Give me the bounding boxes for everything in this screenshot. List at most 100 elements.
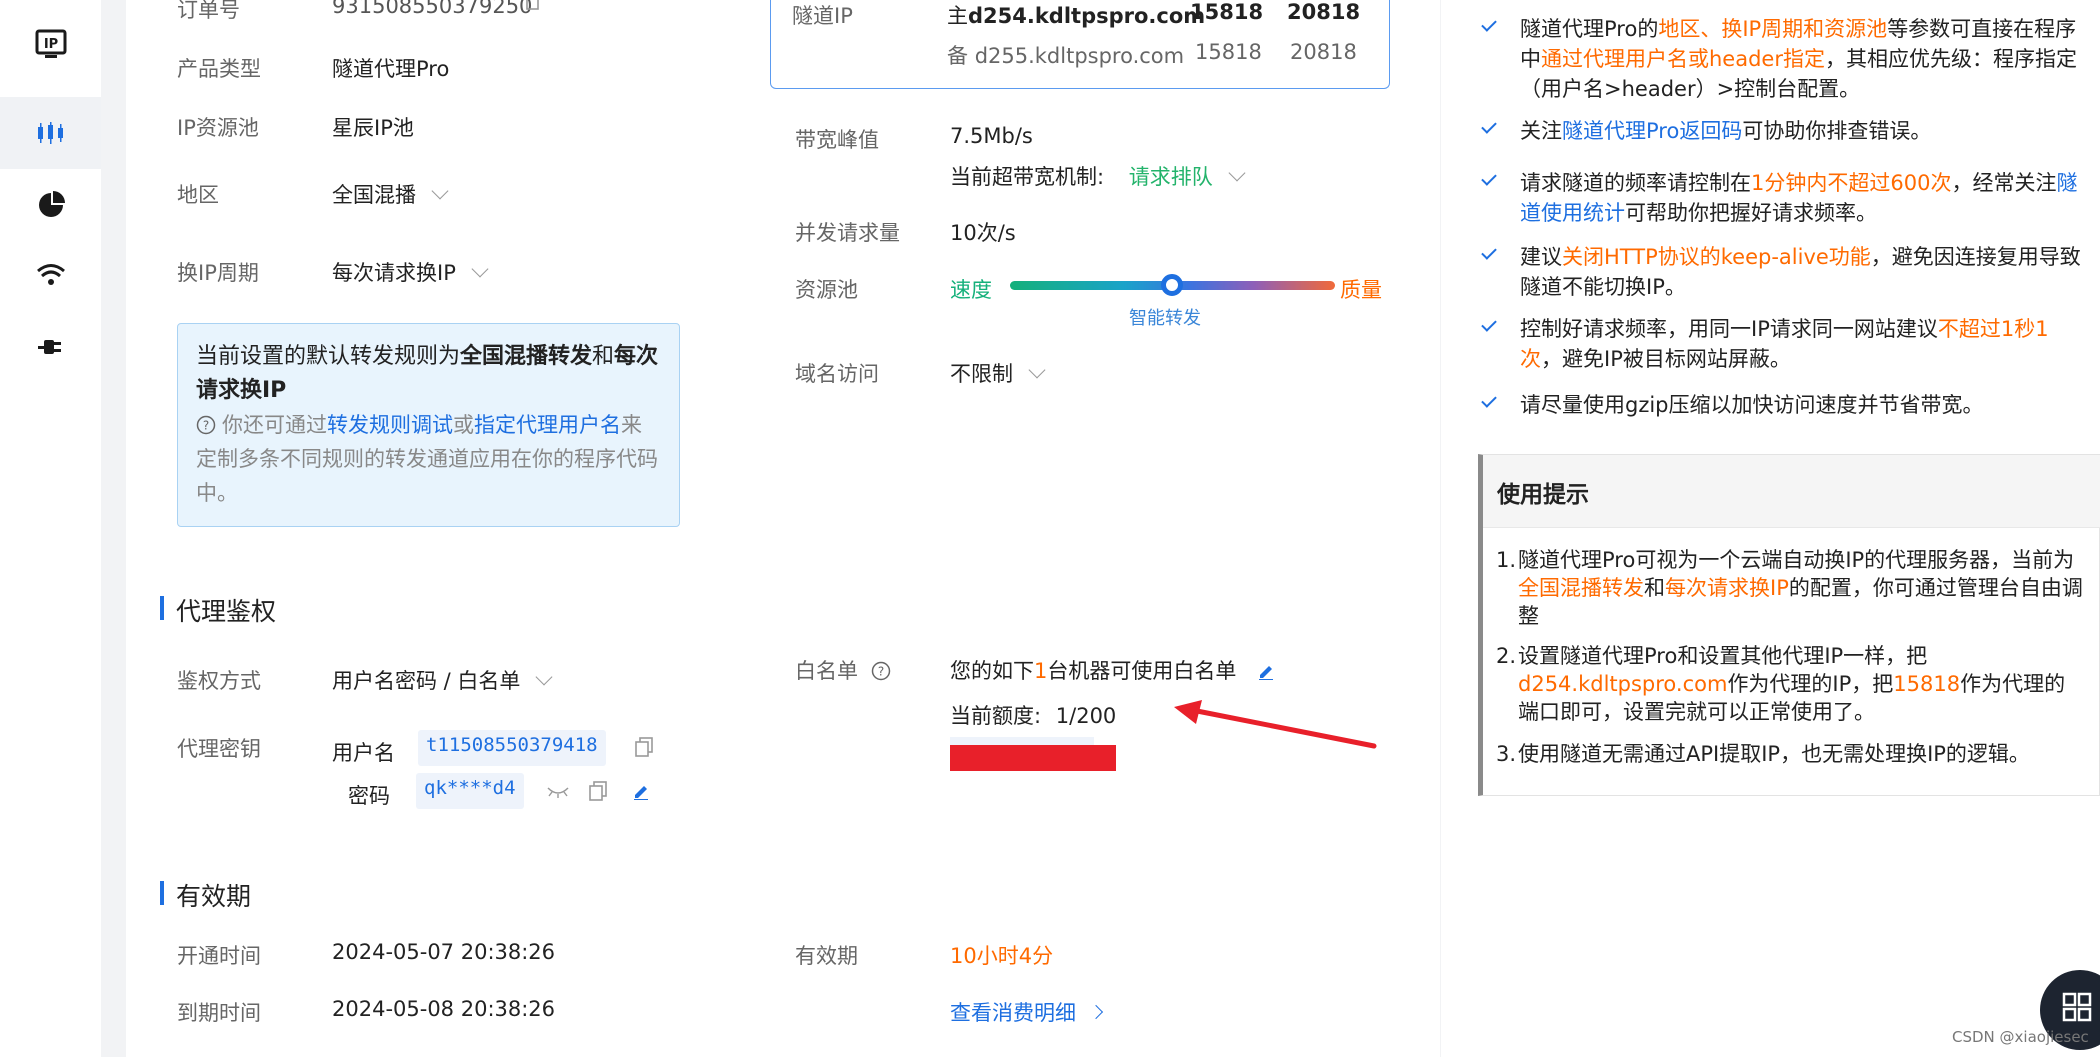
info-text: 当前设置的默认转发规则为 [196,344,461,369]
backup-port-2[interactable]: 20818 [1290,40,1357,64]
wifi-icon [36,264,65,285]
check-icon [1481,316,1497,332]
hint-text: 或 [453,413,474,437]
slider-handle[interactable] [1161,274,1183,296]
order-number-label: 订单号 [177,0,240,22]
start-time-label: 开通时间 [177,944,261,968]
whitelist-label: 白名单 [795,659,858,683]
start-time-value: 2024-05-07 20:38:26 [332,940,556,964]
tip-number: 1. [1496,548,1517,572]
redacted-ip-block [950,745,1116,771]
text-segment: 请求隧道的频率请控制在 [1520,171,1751,195]
copy-icon[interactable] [634,736,654,758]
tunnel-ip-label: 隧道IP [792,4,853,28]
validity-section-title: 有效期 [160,877,251,913]
slider-center-label: 智能转发 [1129,308,1201,329]
eye-closed-icon[interactable] [546,784,570,798]
tip-number: 2. [1496,644,1517,668]
whitelist-ip-bg [950,737,1094,745]
text-segment: 关注 [1520,119,1562,143]
rail-item-stats[interactable] [0,170,101,240]
rail-item-network[interactable] [0,240,101,310]
text-segment: 可协助你排查错误。 [1742,119,1932,143]
main-prefix: 主 [947,4,968,28]
over-bandwidth-value: 请求排队 [1128,165,1213,189]
watermark: CSDN @xiaojiesec [1952,1028,2089,1046]
text-segment: 请尽量使用gzip压缩以加快访问速度并节省带宽。 [1520,393,1984,417]
proxy-username-link[interactable]: 指定代理用户名 [474,413,621,437]
check-list-item: 隧道代理Pro的地区、换IP周期和资源池等参数可直接在程序中通过代理用户名或he… [1478,14,2090,104]
product-type-label: 产品类型 [177,57,261,81]
forward-rule-debug-link[interactable]: 转发规则调试 [327,413,453,437]
text-segment: 和 [1644,576,1665,600]
chevron-down-icon [431,182,449,200]
ip-cycle-label: 换IP周期 [177,261,259,285]
check-list-item: 请尽量使用gzip压缩以加快访问速度并节省带宽。 [1478,390,2090,420]
hint-text: 你还可通过 [222,413,327,437]
copy-icon[interactable] [522,0,540,14]
plug-icon [37,340,61,354]
svg-text:?: ? [203,419,209,433]
consumption-detail-link[interactable]: 查看消费明细 [950,997,1103,1027]
text-segment: 隧道代理Pro可视为一个云端自动换IP的代理服务器，当前为 [1518,548,2075,572]
annotation-arrow [1174,700,1377,749]
highlight-text: 每次请求换IP [1665,576,1789,600]
main-port-1[interactable]: 15818 [1190,0,1263,24]
whitelist-text: 您的如下1台机器可使用白名单 [950,655,1275,685]
rail-item-plugin[interactable] [0,312,101,382]
text-segment: 控制好请求频率，用同一IP请求同一网站建议 [1520,317,1938,341]
copy-icon[interactable] [588,780,608,802]
backup-prefix: 备 [947,44,968,68]
edit-icon[interactable] [1257,662,1275,681]
auth-method-select[interactable]: 用户名密码 / 白名单 [332,665,553,695]
main-host[interactable]: d254.kdltpspro.com [968,4,1205,28]
concurrency-value: 10次/s [950,221,1016,245]
whitelist-label-row: 白名单 ? [795,655,891,685]
username-value[interactable]: t11508550379418 [418,730,606,766]
chevron-down-icon [535,668,553,686]
text-segment: 作为代理的IP，把 [1727,672,1894,696]
help-circle-icon: ? [196,415,216,435]
svg-text:?: ? [878,665,884,679]
whitelist-suffix: 台机器可使用白名单 [1047,659,1237,683]
domain-access-select[interactable]: 不限制 [950,358,1046,388]
region-select[interactable]: 全国混播 [332,179,449,209]
auth-section-title: 代理鉴权 [160,592,276,628]
chevron-down-icon [1228,164,1246,182]
tip-number: 3. [1496,742,1517,766]
chevron-down-icon [1028,361,1046,379]
help-circle-icon[interactable]: ? [871,661,891,681]
backup-host[interactable]: d255.kdltpspro.com [975,44,1184,68]
check-list-item: 控制好请求频率，用同一IP请求同一网站建议不超过1秒1次，避免IP被目标网站屏蔽… [1478,314,2090,374]
highlight-text: 全国混播转发 [1518,576,1644,600]
highlight-text: 地区、换IP周期和资源池 [1658,17,1888,41]
rail-item-ip[interactable]: IP [0,10,101,80]
password-value[interactable]: qk****d4 [416,773,524,809]
slider-left-label: 速度 [950,278,992,302]
consumption-detail-label: 查看消费明细 [950,1001,1076,1025]
quota-label: 当前额度: [950,704,1042,728]
remaining-label: 有效期 [795,944,858,968]
ip-cycle-select[interactable]: 每次请求换IP [332,257,489,287]
main-port-2[interactable]: 20818 [1287,0,1360,24]
region-label: 地区 [177,183,219,207]
ip-cycle-value: 每次请求换IP [332,261,456,285]
backup-port-1[interactable]: 15818 [1195,40,1262,64]
domain-access-label: 域名访问 [795,362,879,386]
tunnel-backup-row: 备 d255.kdltpspro.com [947,40,1184,70]
grid-icon [2062,992,2092,1022]
chevron-right-icon [1088,1004,1103,1020]
edit-icon[interactable] [632,782,650,800]
highlight-text: 通过代理用户名或header指定 [1541,47,1825,71]
check-icon [1481,118,1497,134]
rail-item-tunnel[interactable] [0,97,101,169]
left-nav-rail: IP [0,0,101,1057]
region-value: 全国混播 [332,183,416,207]
auth-method-value: 用户名密码 / 白名单 [332,669,521,693]
check-icon [1481,16,1497,32]
inline-link[interactable]: 隧道代理Pro返回码 [1562,119,1742,143]
text-segment: 设置隧道代理Pro和设置其他代理IP一样，把 [1518,644,1928,668]
over-bandwidth-row[interactable]: 当前超带宽机制: 请求排队 [950,161,1246,191]
tip-item: 1. 隧道代理Pro可视为一个云端自动换IP的代理服务器，当前为全国混播转发和每次… [1496,546,2086,630]
text-segment: 建议 [1520,245,1562,269]
